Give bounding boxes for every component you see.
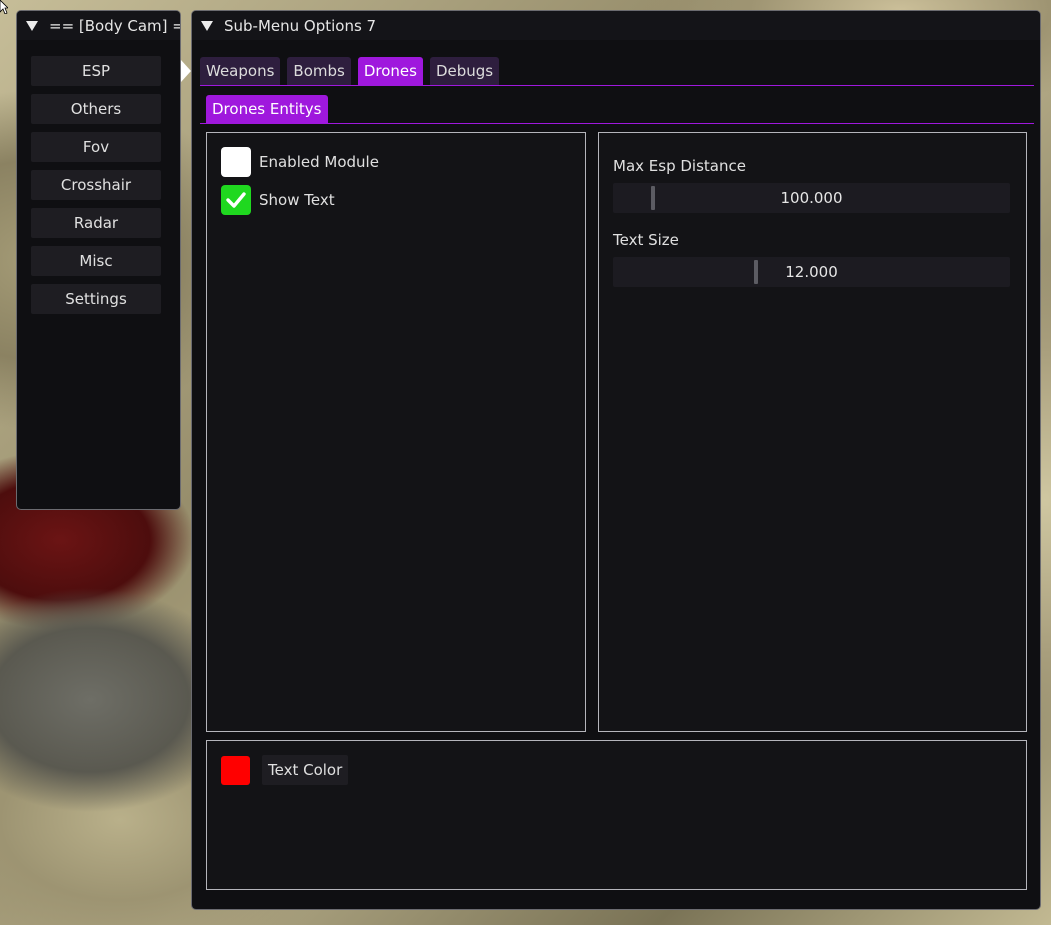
collapse-triangle-icon[interactable] (26, 20, 38, 31)
tab-weapons[interactable]: Weapons (200, 57, 281, 85)
tab-underline (200, 85, 1034, 86)
window-title: Sub-Menu Options 7 (224, 16, 377, 35)
text-color-swatch[interactable] (221, 755, 250, 785)
checkmark-icon (226, 192, 246, 208)
collapse-triangle-icon[interactable] (201, 20, 213, 31)
sidebar-item-esp[interactable]: ESP (31, 56, 161, 86)
tab-bombs[interactable]: Bombs (287, 57, 351, 85)
tab-bar: Weapons Bombs Drones Debugs (200, 57, 500, 85)
text-color-row: Text Color (221, 755, 349, 785)
sub-menu-titlebar[interactable]: Sub-Menu Options 7 (192, 11, 1040, 40)
enabled-module-checkbox-row[interactable]: Enabled Module (221, 147, 379, 177)
tab-debugs[interactable]: Debugs (429, 57, 500, 85)
show-text-checkbox-row[interactable]: Show Text (221, 185, 335, 215)
mouse-cursor-icon (0, 0, 8, 14)
text-size-value: 12.000 (785, 263, 838, 281)
subtab-drones-entitys[interactable]: Drones Entitys (206, 95, 328, 123)
enabled-module-checkbox[interactable] (221, 147, 251, 177)
right-options-panel: Max Esp Distance 100.000 Text Size 12.00… (598, 132, 1027, 732)
max-esp-distance-slider[interactable]: 100.000 (613, 183, 1010, 213)
show-text-label: Show Text (259, 191, 335, 209)
body-cam-window: == [Body Cam] == ESP Others Fov Crosshai… (16, 10, 181, 510)
text-size-slider[interactable]: 12.000 (613, 257, 1010, 287)
sidebar-item-others[interactable]: Others (31, 94, 161, 124)
enabled-module-label: Enabled Module (259, 153, 379, 171)
subtab-underline (200, 123, 1034, 124)
sidebar-item-crosshair[interactable]: Crosshair (31, 170, 161, 200)
sidebar-item-radar[interactable]: Radar (31, 208, 161, 238)
sub-menu-window: Sub-Menu Options 7 Weapons Bombs Drones … (191, 10, 1041, 910)
text-color-button[interactable]: Text Color (262, 755, 349, 785)
tab-drones[interactable]: Drones (357, 57, 423, 85)
max-esp-distance-value: 100.000 (780, 189, 843, 207)
text-size-label: Text Size (613, 231, 679, 249)
sidebar-title: == [Body Cam] == (49, 16, 180, 35)
sidebar-menu: ESP Others Fov Crosshair Radar Misc Sett… (17, 40, 180, 314)
max-esp-distance-label: Max Esp Distance (613, 157, 746, 175)
color-options-panel: Text Color (206, 740, 1027, 890)
sidebar-item-misc[interactable]: Misc (31, 246, 161, 276)
sidebar-item-fov[interactable]: Fov (31, 132, 161, 162)
body-cam-titlebar[interactable]: == [Body Cam] == (17, 11, 180, 40)
selection-pointer-icon (181, 60, 191, 82)
sidebar-item-settings[interactable]: Settings (31, 284, 161, 314)
show-text-checkbox[interactable] (221, 185, 251, 215)
left-options-panel: Enabled Module Show Text (206, 132, 586, 732)
